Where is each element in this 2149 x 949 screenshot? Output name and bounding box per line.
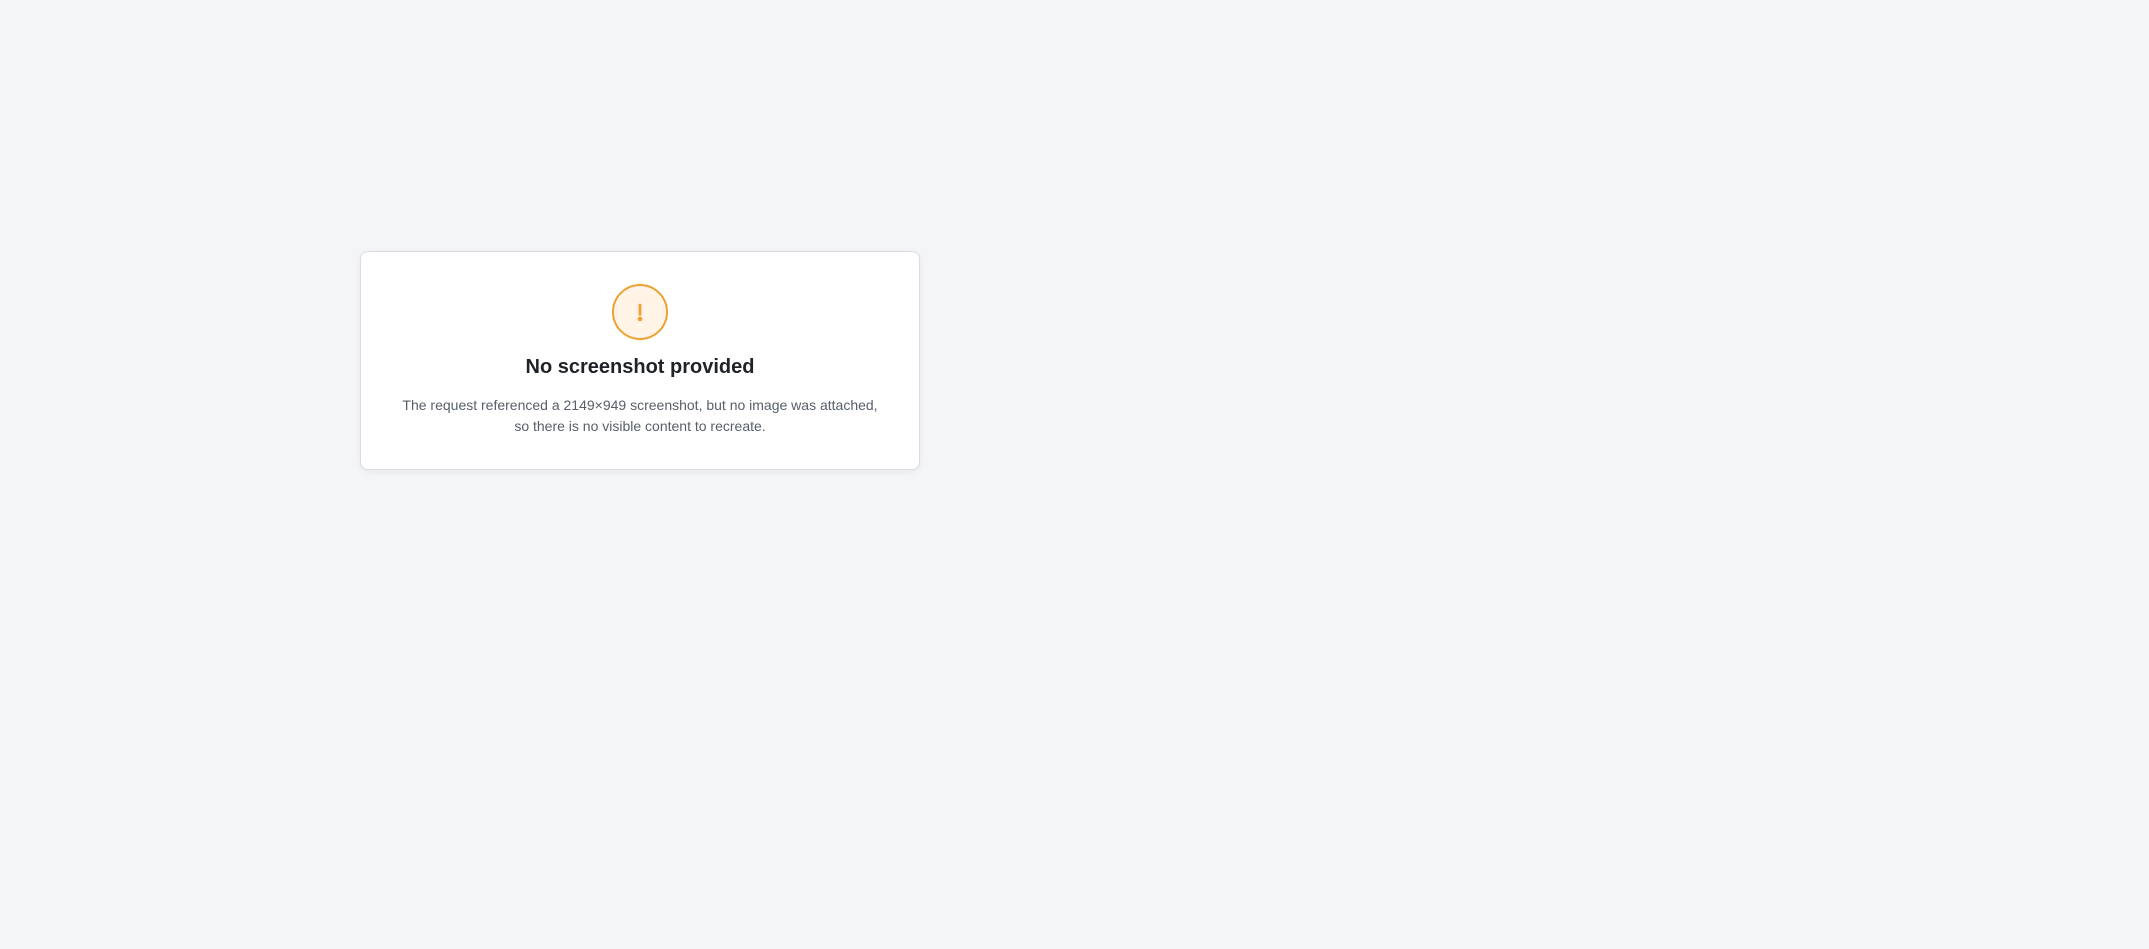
notice-heading: No screenshot provided: [525, 355, 755, 378]
page-frame: No screenshot provided The request refer…: [0, 0, 1280, 720]
notice-card: No screenshot provided The request refer…: [360, 250, 920, 470]
warning-icon: [612, 283, 668, 340]
notice-message: The request referenced a 2149×949 screen…: [402, 396, 878, 434]
